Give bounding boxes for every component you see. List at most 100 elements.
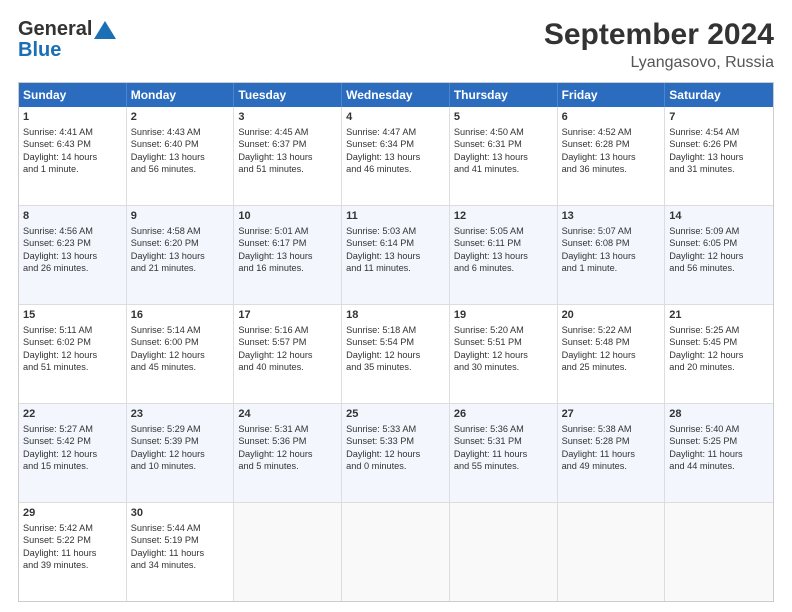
week-row-3: 15 Sunrise: 5:11 AM Sunset: 6:02 PM Dayli… xyxy=(19,305,773,404)
header-saturday: Saturday xyxy=(665,83,773,107)
day-number: 20 xyxy=(562,308,661,323)
day-number: 4 xyxy=(346,110,445,125)
day-number: 11 xyxy=(346,209,445,224)
logo: General Blue xyxy=(18,18,116,62)
header-friday: Friday xyxy=(558,83,666,107)
calendar-body: 1 Sunrise: 4:41 AM Sunset: 6:43 PM Daylig… xyxy=(19,107,773,601)
day-cell xyxy=(558,503,666,601)
day-info: Sunrise: 5:36 AM Sunset: 5:31 PM Dayligh… xyxy=(454,424,527,471)
day-info: Sunrise: 5:20 AM Sunset: 5:51 PM Dayligh… xyxy=(454,325,528,372)
day-number: 24 xyxy=(238,407,337,422)
day-cell xyxy=(234,503,342,601)
day-info: Sunrise: 5:01 AM Sunset: 6:17 PM Dayligh… xyxy=(238,226,312,273)
day-number: 15 xyxy=(23,308,122,323)
day-cell: 7 Sunrise: 4:54 AM Sunset: 6:26 PM Daylig… xyxy=(665,107,773,205)
day-number: 21 xyxy=(669,308,769,323)
day-info: Sunrise: 4:41 AM Sunset: 6:43 PM Dayligh… xyxy=(23,127,97,174)
day-cell: 11 Sunrise: 5:03 AM Sunset: 6:14 PM Dayli… xyxy=(342,206,450,304)
day-number: 9 xyxy=(131,209,230,224)
week-row-2: 8 Sunrise: 4:56 AM Sunset: 6:23 PM Daylig… xyxy=(19,206,773,305)
day-info: Sunrise: 5:11 AM Sunset: 6:02 PM Dayligh… xyxy=(23,325,97,372)
day-number: 12 xyxy=(454,209,553,224)
logo-icon xyxy=(94,21,116,39)
week-row-1: 1 Sunrise: 4:41 AM Sunset: 6:43 PM Daylig… xyxy=(19,107,773,206)
location: Lyangasovo, Russia xyxy=(544,54,774,72)
day-number: 25 xyxy=(346,407,445,422)
day-number: 3 xyxy=(238,110,337,125)
page: General Blue September 2024 Lyangasovo, … xyxy=(0,0,792,612)
day-info: Sunrise: 5:07 AM Sunset: 6:08 PM Dayligh… xyxy=(562,226,636,273)
day-info: Sunrise: 5:09 AM Sunset: 6:05 PM Dayligh… xyxy=(669,226,743,273)
day-info: Sunrise: 4:56 AM Sunset: 6:23 PM Dayligh… xyxy=(23,226,97,273)
header-sunday: Sunday xyxy=(19,83,127,107)
day-cell: 22Sunrise: 5:27 AM Sunset: 5:42 PM Dayli… xyxy=(19,404,127,502)
day-info: Sunrise: 4:52 AM Sunset: 6:28 PM Dayligh… xyxy=(562,127,636,174)
day-cell: 9Sunrise: 4:58 AM Sunset: 6:20 PM Daylig… xyxy=(127,206,235,304)
day-cell: 25Sunrise: 5:33 AM Sunset: 5:33 PM Dayli… xyxy=(342,404,450,502)
logo-text: General xyxy=(18,18,92,41)
day-number: 8 xyxy=(23,209,122,224)
day-number: 17 xyxy=(238,308,337,323)
day-number: 5 xyxy=(454,110,553,125)
header-thursday: Thursday xyxy=(450,83,558,107)
month-title: September 2024 xyxy=(544,18,774,52)
day-info: Sunrise: 5:31 AM Sunset: 5:36 PM Dayligh… xyxy=(238,424,312,471)
day-cell: 21 Sunrise: 5:25 AM Sunset: 5:45 PM Dayli… xyxy=(665,305,773,403)
day-info: Sunrise: 4:50 AM Sunset: 6:31 PM Dayligh… xyxy=(454,127,528,174)
day-info: Sunrise: 5:16 AM Sunset: 5:57 PM Dayligh… xyxy=(238,325,312,372)
day-number: 26 xyxy=(454,407,553,422)
calendar: Sunday Monday Tuesday Wednesday Thursday… xyxy=(18,82,774,602)
day-info: Sunrise: 5:22 AM Sunset: 5:48 PM Dayligh… xyxy=(562,325,636,372)
day-cell: 27 Sunrise: 5:38 AM Sunset: 5:28 PM Dayli… xyxy=(558,404,666,502)
day-info: Sunrise: 5:18 AM Sunset: 5:54 PM Dayligh… xyxy=(346,325,420,372)
day-info: Sunrise: 5:29 AM Sunset: 5:39 PM Dayligh… xyxy=(131,424,205,471)
day-number: 2 xyxy=(131,110,230,125)
day-cell: 3 Sunrise: 4:45 AM Sunset: 6:37 PM Daylig… xyxy=(234,107,342,205)
day-number: 13 xyxy=(562,209,661,224)
day-cell: 28Sunrise: 5:40 AM Sunset: 5:25 PM Dayli… xyxy=(665,404,773,502)
day-number: 28 xyxy=(669,407,769,422)
day-info: Sunrise: 4:43 AM Sunset: 6:40 PM Dayligh… xyxy=(131,127,205,174)
day-number: 27 xyxy=(562,407,661,422)
header-wednesday: Wednesday xyxy=(342,83,450,107)
day-number: 14 xyxy=(669,209,769,224)
day-number: 29 xyxy=(23,506,122,521)
header: General Blue September 2024 Lyangasovo, … xyxy=(18,18,774,72)
day-cell: 2 Sunrise: 4:43 AM Sunset: 6:40 PM Daylig… xyxy=(127,107,235,205)
day-cell: 20 Sunrise: 5:22 AM Sunset: 5:48 PM Dayli… xyxy=(558,305,666,403)
day-info: Sunrise: 5:03 AM Sunset: 6:14 PM Dayligh… xyxy=(346,226,420,273)
day-number: 19 xyxy=(454,308,553,323)
day-info: Sunrise: 5:14 AM Sunset: 6:00 PM Dayligh… xyxy=(131,325,205,372)
day-cell: 15 Sunrise: 5:11 AM Sunset: 6:02 PM Dayli… xyxy=(19,305,127,403)
title-area: September 2024 Lyangasovo, Russia xyxy=(544,18,774,72)
day-cell: 19 Sunrise: 5:20 AM Sunset: 5:51 PM Dayli… xyxy=(450,305,558,403)
day-number: 1 xyxy=(23,110,122,125)
day-cell: 30 Sunrise: 5:44 AM Sunset: 5:19 PM Dayli… xyxy=(127,503,235,601)
day-cell: 6 Sunrise: 4:52 AM Sunset: 6:28 PM Daylig… xyxy=(558,107,666,205)
day-cell: 17 Sunrise: 5:16 AM Sunset: 5:57 PM Dayli… xyxy=(234,305,342,403)
day-cell: 18Sunrise: 5:18 AM Sunset: 5:54 PM Dayli… xyxy=(342,305,450,403)
day-cell: 4 Sunrise: 4:47 AM Sunset: 6:34 PM Daylig… xyxy=(342,107,450,205)
day-cell: 29Sunrise: 5:42 AM Sunset: 5:22 PM Dayli… xyxy=(19,503,127,601)
day-info: Sunrise: 4:54 AM Sunset: 6:26 PM Dayligh… xyxy=(669,127,743,174)
day-cell: 8 Sunrise: 4:56 AM Sunset: 6:23 PM Daylig… xyxy=(19,206,127,304)
day-number: 16 xyxy=(131,308,230,323)
day-cell: 16 Sunrise: 5:14 AM Sunset: 6:00 PM Dayli… xyxy=(127,305,235,403)
day-info: Sunrise: 5:44 AM Sunset: 5:19 PM Dayligh… xyxy=(131,523,204,570)
header-tuesday: Tuesday xyxy=(234,83,342,107)
day-cell xyxy=(450,503,558,601)
day-cell: 5 Sunrise: 4:50 AM Sunset: 6:31 PM Daylig… xyxy=(450,107,558,205)
logo-blue-text: Blue xyxy=(18,39,61,61)
day-number: 22 xyxy=(23,407,122,422)
day-number: 7 xyxy=(669,110,769,125)
day-info: Sunrise: 5:25 AM Sunset: 5:45 PM Dayligh… xyxy=(669,325,743,372)
calendar-header: Sunday Monday Tuesday Wednesday Thursday… xyxy=(19,83,773,107)
day-number: 6 xyxy=(562,110,661,125)
day-info: Sunrise: 4:45 AM Sunset: 6:37 PM Dayligh… xyxy=(238,127,312,174)
day-number: 30 xyxy=(131,506,230,521)
day-cell: 23Sunrise: 5:29 AM Sunset: 5:39 PM Dayli… xyxy=(127,404,235,502)
day-info: Sunrise: 4:47 AM Sunset: 6:34 PM Dayligh… xyxy=(346,127,420,174)
day-info: Sunrise: 5:38 AM Sunset: 5:28 PM Dayligh… xyxy=(562,424,635,471)
week-row-4: 22Sunrise: 5:27 AM Sunset: 5:42 PM Dayli… xyxy=(19,404,773,503)
day-cell: 12Sunrise: 5:05 AM Sunset: 6:11 PM Dayli… xyxy=(450,206,558,304)
